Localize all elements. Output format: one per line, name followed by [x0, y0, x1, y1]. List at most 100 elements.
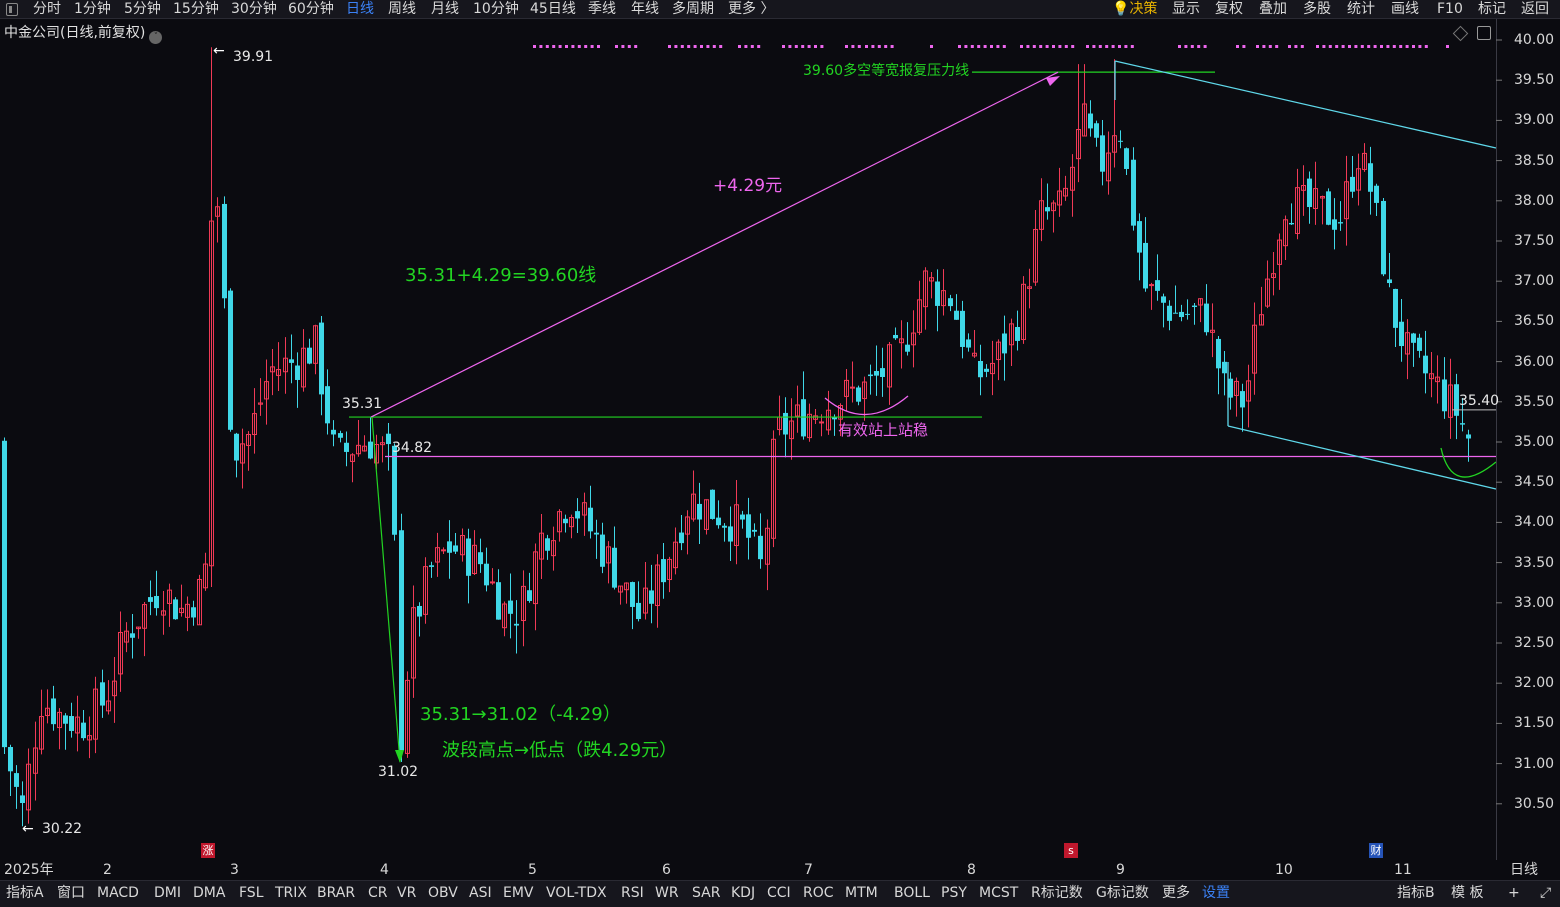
indicator-tab-13[interactable]: VOL-TDX: [546, 881, 607, 907]
candle-body: [710, 489, 715, 519]
candle-body: [2, 440, 7, 748]
indicator-tab-14[interactable]: RSI: [621, 881, 644, 907]
indicator-tab-22[interactable]: PSY: [941, 881, 967, 907]
indicator-tab-23[interactable]: MCST: [979, 881, 1018, 907]
indicator-tab-26[interactable]: 更多: [1162, 881, 1190, 907]
juece-menu[interactable]: 💡决策: [1112, 0, 1157, 18]
candle-body: [154, 595, 159, 609]
rise-trendline: [370, 71, 1059, 418]
y-tick-label: 37.50: [1514, 233, 1555, 249]
indicator-right-0[interactable]: 指标B: [1397, 881, 1435, 907]
candle-body: [1393, 288, 1398, 328]
signal-dot: [738, 45, 741, 48]
indicator-tab-1[interactable]: 窗口: [57, 881, 85, 907]
candle-body: [453, 545, 458, 552]
indicator-tab-8[interactable]: CR: [368, 881, 388, 907]
indicator-tab-21[interactable]: BOLL: [894, 881, 930, 907]
indicator-tab-11[interactable]: ASI: [469, 881, 492, 907]
last-price-label: 35.40: [1459, 393, 1500, 409]
period-tab-daily[interactable]: 日线: [346, 0, 374, 18]
panel-toggle-icon[interactable]: [1477, 26, 1491, 40]
low-price-label: ← 30.22: [22, 821, 83, 837]
period-tab-60min[interactable]: 60分钟: [288, 0, 334, 18]
menu-adjust[interactable]: 复权: [1215, 0, 1243, 18]
indicator-tab-0[interactable]: 指标A: [6, 881, 44, 907]
expand-icon[interactable]: ⤢: [1540, 881, 1551, 907]
indicator-right-1[interactable]: 模 板: [1451, 881, 1483, 907]
candle-body: [935, 281, 940, 306]
indicator-tab-17[interactable]: KDJ: [731, 881, 755, 907]
zhang-badge[interactable]: 涨: [201, 843, 215, 858]
stock-title[interactable]: 中金公司(日线,前复权) ˅: [4, 22, 163, 44]
menu-overlay[interactable]: 叠加: [1259, 0, 1287, 18]
menu-stats[interactable]: 统计: [1347, 0, 1375, 18]
candle-body: [1423, 355, 1428, 374]
period-tab-more[interactable]: 更多 〉: [728, 0, 774, 18]
period-tab-45day[interactable]: 45日线: [530, 0, 576, 18]
signal-dot: [1335, 45, 1339, 48]
signal-dot: [1294, 45, 1298, 48]
candle-body: [1216, 338, 1221, 369]
indicator-right-2[interactable]: +: [1508, 881, 1520, 907]
candle-body: [716, 517, 721, 526]
candle-body: [1460, 423, 1465, 425]
indicator-tab-16[interactable]: SAR: [692, 881, 720, 907]
signal-dot: [1300, 45, 1304, 48]
indicator-tab-10[interactable]: OBV: [428, 881, 458, 907]
candle-body: [1131, 159, 1136, 226]
candle-body: [954, 310, 959, 320]
indicator-tab-20[interactable]: MTM: [845, 881, 878, 907]
indicator-tab-18[interactable]: CCI: [767, 881, 791, 907]
y-tick-label: 32.00: [1514, 675, 1555, 692]
candle-body: [527, 590, 532, 601]
candle-body: [1155, 280, 1160, 291]
period-tab-fenshi[interactable]: 分时: [33, 0, 61, 18]
period-tab-weekly[interactable]: 周线: [388, 0, 416, 18]
menu-display[interactable]: 显示: [1172, 0, 1200, 18]
candle-body: [1124, 148, 1129, 169]
signal-dot: [571, 45, 575, 48]
indicator-tab-7[interactable]: BRAR: [317, 881, 355, 907]
indicator-tab-2[interactable]: MACD: [97, 881, 139, 907]
indicator-tab-12[interactable]: EMV: [503, 881, 534, 907]
window-icon[interactable]: [6, 3, 18, 16]
y-tick-label: 37.00: [1514, 273, 1555, 290]
menu-back[interactable]: 返回: [1521, 0, 1549, 18]
signal-dot: [1405, 45, 1409, 48]
signal-dot: [627, 45, 631, 48]
indicator-tab-19[interactable]: ROC: [803, 881, 834, 907]
s-badge[interactable]: s: [1064, 843, 1078, 858]
period-tab-1min[interactable]: 1分钟: [74, 0, 111, 18]
cai-badge[interactable]: 财: [1369, 843, 1383, 858]
indicator-tab-24[interactable]: R标记数: [1031, 881, 1083, 907]
indicator-tab-4[interactable]: DMA: [193, 881, 225, 907]
indicator-tab-27[interactable]: 设置: [1202, 881, 1230, 907]
indicator-tab-15[interactable]: WR: [655, 881, 679, 907]
indicator-tab-3[interactable]: DMI: [154, 881, 181, 907]
indicator-tab-5[interactable]: FSL: [239, 881, 264, 907]
indicator-tab-6[interactable]: TRIX: [275, 881, 307, 907]
menu-mark[interactable]: 标记: [1478, 0, 1506, 18]
candle-body: [874, 371, 879, 376]
period-tab-monthly[interactable]: 月线: [431, 0, 459, 18]
indicator-tab-25[interactable]: G标记数: [1096, 881, 1149, 907]
y-tick-label: 33.00: [1514, 594, 1555, 611]
menu-draw[interactable]: 画线: [1391, 0, 1419, 18]
candlestick-chart[interactable]: [0, 19, 1560, 860]
signal-dot: [545, 45, 549, 48]
period-tab-yearly[interactable]: 年线: [631, 0, 659, 18]
chevron-down-icon[interactable]: ˅: [149, 31, 163, 44]
period-tab-multi[interactable]: 多周期: [672, 0, 714, 18]
candle-body: [905, 344, 910, 352]
period-tab-quarterly[interactable]: 季线: [588, 0, 616, 18]
signal-dot: [1328, 45, 1332, 48]
signal-dot: [814, 45, 817, 48]
indicator-tab-9[interactable]: VR: [397, 881, 416, 907]
menu-multistock[interactable]: 多股: [1303, 0, 1331, 18]
period-tab-15min[interactable]: 15分钟: [173, 0, 219, 18]
period-tab-30min[interactable]: 30分钟: [231, 0, 277, 18]
menu-f10[interactable]: F10: [1437, 0, 1463, 18]
period-tab-10min[interactable]: 10分钟: [473, 0, 519, 18]
candle-body: [868, 374, 873, 377]
period-tab-5min[interactable]: 5分钟: [124, 0, 161, 18]
